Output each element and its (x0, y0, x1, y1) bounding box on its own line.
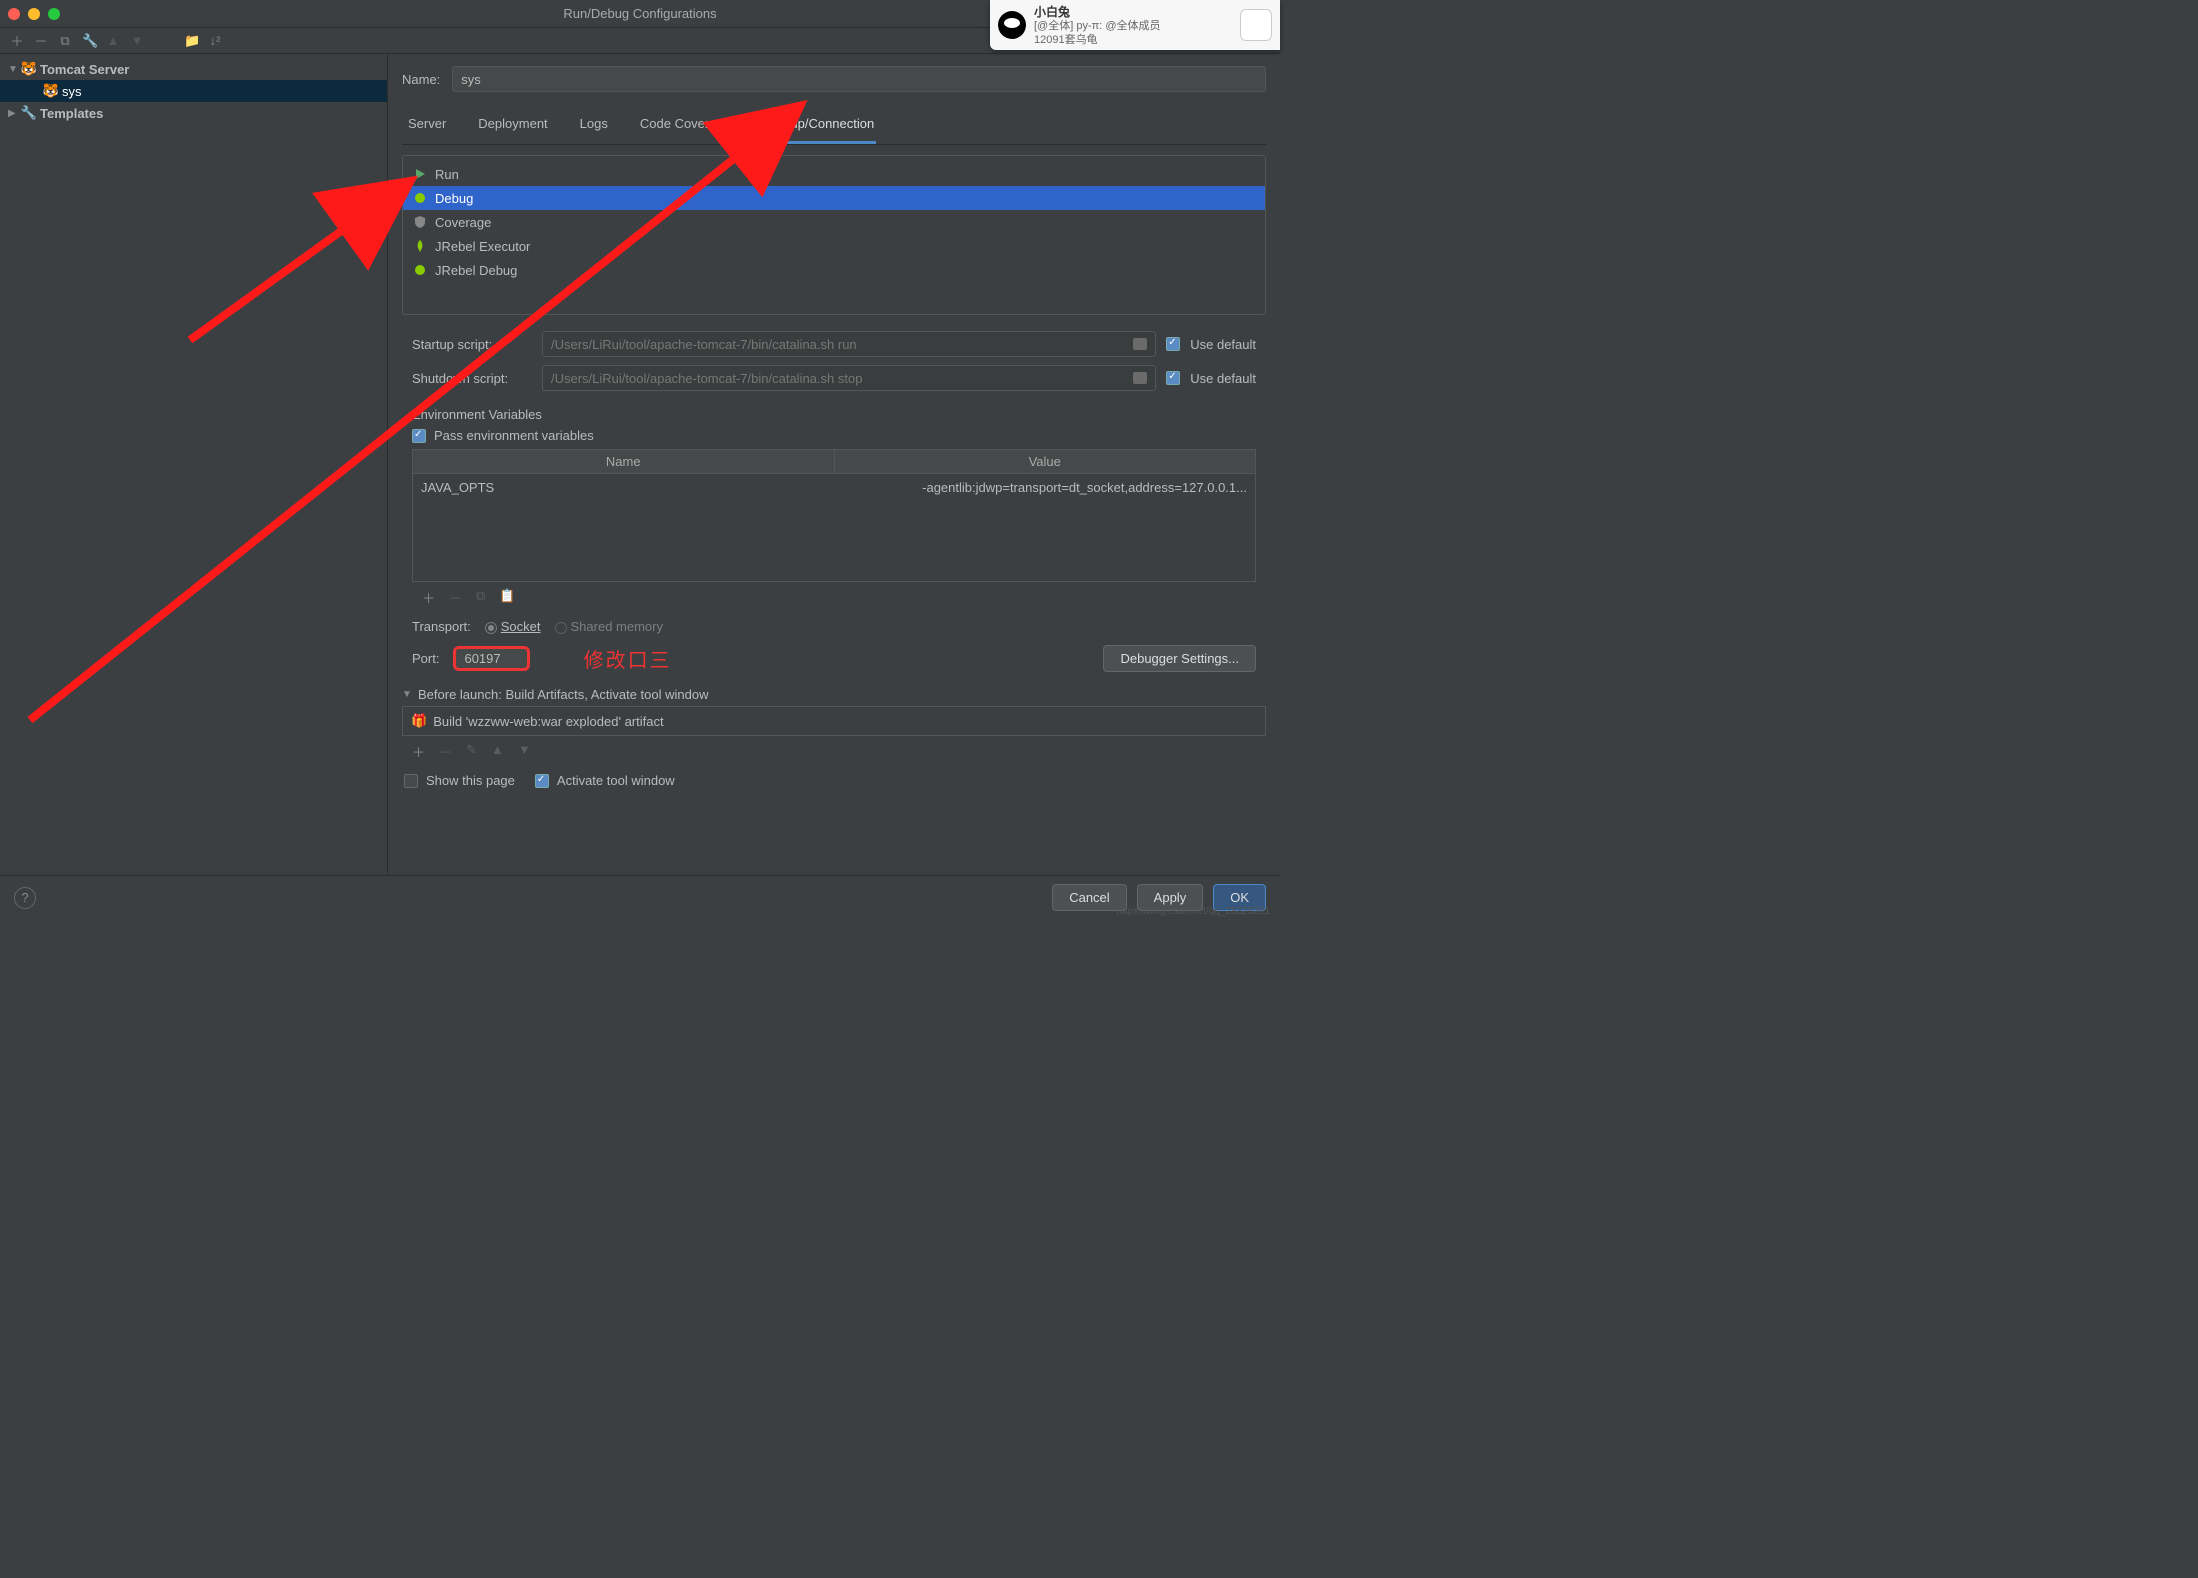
add-icon[interactable]: ＋ (412, 742, 425, 761)
folder-icon[interactable] (1133, 372, 1147, 384)
table-row[interactable]: JAVA_OPTS -agentlib:jdwp=transport=dt_so… (413, 474, 1255, 501)
play-icon (413, 167, 427, 181)
folder-icon[interactable] (1133, 338, 1147, 350)
shutdown-use-default-checkbox[interactable] (1166, 371, 1180, 385)
bug-icon (413, 191, 427, 205)
activate-tool-window-checkbox[interactable] (535, 774, 549, 788)
artifact-icon: 🎁 (411, 713, 427, 729)
qq-notification[interactable]: 小白兔 [@全体] py-π: @全体成员 12091套乌龟 (990, 0, 1280, 50)
remove-icon[interactable]: － (449, 588, 462, 607)
env-title: Environment Variables (412, 407, 1256, 422)
sort-icon[interactable]: ↓² (208, 33, 222, 48)
config-content: Name: Server Deployment Logs Code Covera… (388, 54, 1280, 875)
tree-templates[interactable]: ▶ 🔧 Templates (0, 102, 387, 124)
mode-coverage[interactable]: Coverage (403, 210, 1265, 234)
startup-use-default-checkbox[interactable] (1166, 337, 1180, 351)
remove-icon[interactable]: － (439, 742, 452, 761)
name-label: Name: (402, 72, 440, 87)
help-button[interactable]: ? (14, 887, 36, 909)
mode-jrebel-executor[interactable]: JRebel Executor (403, 234, 1265, 258)
tab-startup-connection[interactable]: Startup/Connection (761, 110, 876, 144)
before-launch-label: Before launch: Build Artifacts, Activate… (418, 687, 709, 702)
show-this-page-checkbox[interactable] (404, 774, 418, 788)
dialog-footer: ? Cancel Apply OK (0, 875, 1280, 919)
startup-script-label: Startup script: (412, 337, 532, 352)
paste-icon[interactable]: 📋 (499, 588, 515, 607)
config-tree: ▼ 🐯 Tomcat Server 🐯 sys ▶ 🔧 Templates (0, 54, 388, 875)
port-label: Port: (412, 651, 439, 666)
transport-socket-radio[interactable]: Socket (485, 619, 541, 634)
zoom-icon[interactable] (48, 8, 60, 20)
col-name: Name (413, 450, 835, 473)
before-launch-item[interactable]: 🎁 Build 'wzzww-web:war exploded' artifac… (403, 707, 1265, 735)
shield-icon (413, 215, 427, 229)
edit-icon[interactable]: ✎ (466, 742, 477, 761)
minimize-icon[interactable] (28, 8, 40, 20)
wrench-icon[interactable]: 🔧 (82, 33, 96, 49)
copy-icon[interactable]: ⧉ (476, 588, 485, 607)
chevron-down-icon[interactable]: ▼ (402, 689, 412, 700)
down-icon[interactable]: ▼ (518, 742, 531, 761)
tree-item-sys[interactable]: 🐯 sys (0, 80, 387, 102)
annotation-text: 修改口三 (584, 644, 672, 673)
mode-run[interactable]: Run (403, 162, 1265, 186)
shutdown-script-label: Shutdown script: (412, 371, 532, 386)
down-icon[interactable]: ▼ (130, 33, 144, 48)
window-title: Run/Debug Configurations (563, 6, 716, 21)
tree-tomcat-server[interactable]: ▼ 🐯 Tomcat Server (0, 58, 387, 80)
close-icon[interactable] (8, 8, 20, 20)
add-icon[interactable]: ＋ (10, 31, 24, 50)
name-input[interactable] (452, 66, 1266, 92)
bug-icon (413, 263, 427, 277)
remove-icon[interactable]: － (34, 31, 48, 50)
watermark: https://blog.csdn.net/qq_28325291 (1117, 906, 1270, 917)
config-tabs: Server Deployment Logs Code Coverage Sta… (402, 110, 1266, 145)
up-icon[interactable]: ▲ (106, 33, 120, 48)
transport-label: Transport: (412, 619, 471, 634)
wrench-icon: 🔧 (22, 106, 36, 120)
shutdown-script-field: /Users/LiRui/tool/apache-tomcat-7/bin/ca… (542, 365, 1156, 391)
tomcat-icon: 🐯 (44, 84, 58, 98)
qq-icon (998, 11, 1026, 39)
transport-shared-radio[interactable]: Shared memory (555, 619, 663, 634)
pass-env-checkbox[interactable] (412, 429, 426, 443)
avatar (1240, 9, 1272, 41)
col-value: Value (835, 450, 1256, 473)
window-controls (8, 8, 60, 20)
mode-debug[interactable]: Debug (403, 186, 1265, 210)
debugger-settings-button[interactable]: Debugger Settings... (1103, 645, 1256, 672)
up-icon[interactable]: ▲ (491, 742, 504, 761)
folder-icon[interactable]: 📁 (184, 33, 198, 49)
port-input[interactable]: 60197 (453, 646, 529, 671)
mode-jrebel-debug[interactable]: JRebel Debug (403, 258, 1265, 282)
startup-script-field: /Users/LiRui/tool/apache-tomcat-7/bin/ca… (542, 331, 1156, 357)
rocket-icon (413, 239, 427, 253)
tab-server[interactable]: Server (406, 110, 448, 144)
tab-logs[interactable]: Logs (578, 110, 610, 144)
cancel-button[interactable]: Cancel (1052, 884, 1126, 911)
mode-panel: Run Debug Coverage JRebel Executor JRebe… (402, 155, 1266, 315)
tab-deployment[interactable]: Deployment (476, 110, 549, 144)
tomcat-icon: 🐯 (22, 62, 36, 76)
env-table: Name Value JAVA_OPTS -agentlib:jdwp=tran… (412, 449, 1256, 582)
copy-icon[interactable]: ⧉ (58, 33, 72, 49)
add-icon[interactable]: ＋ (422, 588, 435, 607)
tab-code-coverage[interactable]: Code Coverage (638, 110, 733, 144)
